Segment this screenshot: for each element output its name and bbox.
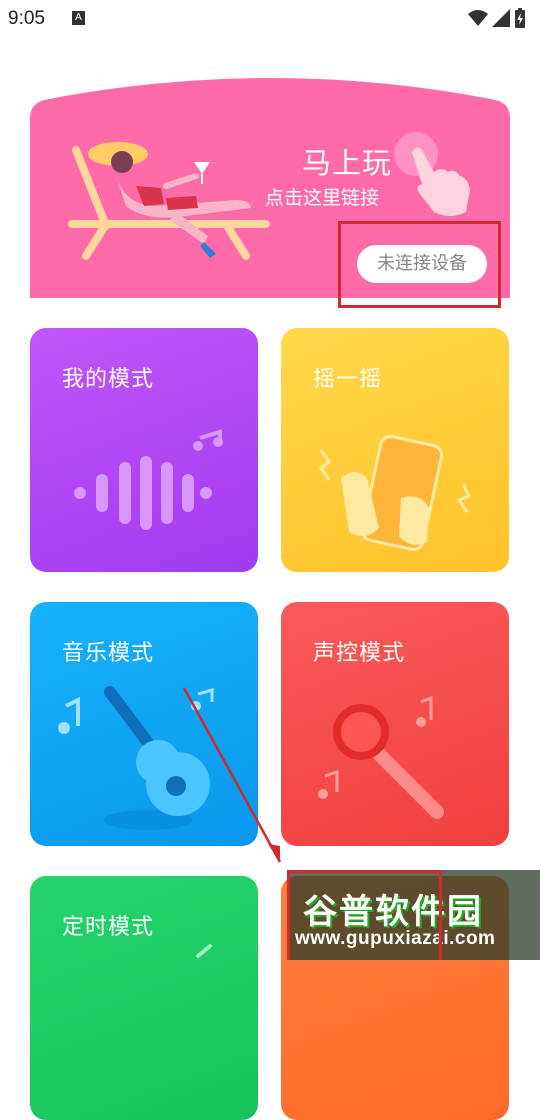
battery-icon [515, 8, 525, 28]
notification-icon: A [72, 11, 85, 25]
status-icons [468, 8, 526, 28]
signal-icon [492, 9, 510, 27]
highlight-box-bottom [287, 870, 442, 960]
card-music-mode[interactable]: 音乐模式 [30, 602, 258, 846]
status-bar: 9:05 A [0, 0, 540, 36]
card-label: 摇一摇 [313, 367, 383, 392]
card-label: 声控模式 [313, 641, 406, 666]
lounging-person-illustration [68, 142, 270, 260]
hero-subtitle: 点击这里链接 [265, 187, 380, 209]
hero-title: 马上玩 [302, 146, 393, 180]
status-time: 9:05 [8, 8, 45, 29]
card-label: 定时模式 [62, 915, 155, 940]
highlight-box [338, 221, 501, 308]
tap-hand-icon [394, 132, 470, 216]
card-my-mode[interactable]: 我的模式 [30, 328, 258, 572]
card-voice-mode[interactable]: 声控模式 [281, 602, 509, 846]
card-label: 我的模式 [62, 367, 155, 392]
card-shake[interactable]: 摇一摇 [281, 328, 509, 572]
wifi-icon [468, 10, 488, 26]
card-label: 音乐模式 [62, 641, 155, 666]
card-timer-mode[interactable]: 定时模式 [30, 876, 258, 1120]
